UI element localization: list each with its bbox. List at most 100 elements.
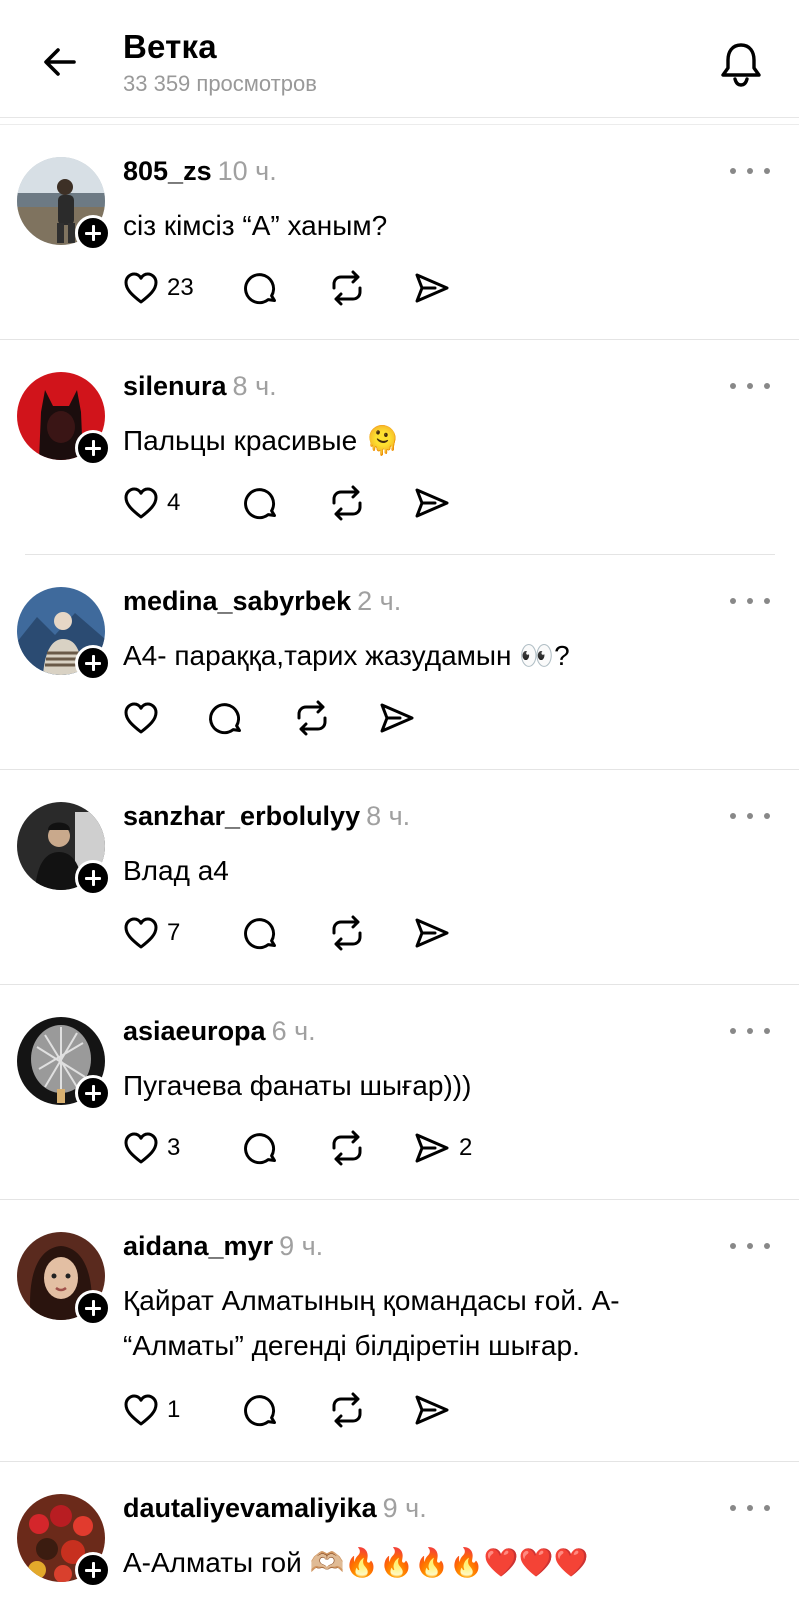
follow-plus-icon[interactable] (75, 1290, 111, 1326)
more-dots-icon[interactable] (730, 376, 770, 396)
comment-button[interactable] (243, 913, 328, 953)
comment-icon (244, 1133, 276, 1165)
follow-plus-icon[interactable] (75, 215, 111, 251)
heart-icon (124, 1394, 158, 1426)
more-dots-icon[interactable] (730, 161, 770, 181)
post-text: Пальцы красивые 🫠 (123, 425, 400, 456)
repost-button[interactable] (328, 268, 413, 308)
like-button[interactable]: 7 (123, 913, 243, 953)
follow-plus-icon[interactable] (75, 1075, 111, 1111)
post-text: А-Алматы гой 🫶🏼🔥🔥🔥🔥❤️❤️❤️ (123, 1547, 589, 1578)
share-button[interactable] (413, 1390, 459, 1430)
username[interactable]: sanzhar_erbolulyy (123, 801, 360, 831)
like-button[interactable]: 23 (123, 268, 243, 308)
comment-icon (244, 488, 276, 520)
repost-button[interactable] (328, 1390, 413, 1430)
header-divider (0, 117, 799, 118)
post-header: silenura 8 ч. (123, 371, 277, 402)
follow-plus-icon[interactable] (75, 860, 111, 896)
like-button[interactable]: 4 (123, 483, 243, 523)
username[interactable]: aidana_myr (123, 1231, 273, 1261)
post-header: aidana_myr 9 ч. (123, 1231, 323, 1262)
comment-button[interactable] (243, 1390, 328, 1430)
comment-button[interactable] (243, 483, 328, 523)
username[interactable]: asiaeuropa (123, 1016, 266, 1046)
more-dots-icon[interactable] (730, 806, 770, 826)
post-header: dautaliyevamaliyika 9 ч. (123, 1493, 427, 1524)
repost-button[interactable] (328, 1128, 413, 1168)
more-dots-icon[interactable] (730, 591, 770, 611)
repost-icon (332, 915, 362, 951)
share-button[interactable] (413, 268, 459, 308)
post-text: А4- параққа,тарих жазудамын 👀? (123, 640, 570, 671)
username[interactable]: medina_sabyrbek (123, 586, 351, 616)
heart-icon (124, 1132, 158, 1164)
post-header: medina_sabyrbek 2 ч. (123, 586, 401, 617)
post-header: sanzhar_erbolulyy 8 ч. (123, 801, 410, 832)
reply-post: 805_zs 10 ч. сіз кімсіз “А” ханым? 23 (0, 125, 799, 340)
post-actions: 3 2 (123, 1128, 472, 1168)
post-text: сіз кімсіз “А” ханым? (123, 210, 388, 241)
more-dots-icon[interactable] (730, 1021, 770, 1041)
repost-button[interactable] (328, 483, 413, 523)
repost-icon (332, 270, 362, 306)
comment-button[interactable] (243, 268, 328, 308)
post-time: 2 ч. (357, 586, 402, 616)
heart-icon (124, 702, 158, 734)
username[interactable]: silenura (123, 371, 227, 401)
post-time: 6 ч. (271, 1016, 316, 1046)
share-count: 2 (459, 1134, 473, 1161)
post-time: 9 ч. (382, 1493, 427, 1523)
post-time: 8 ч. (366, 801, 411, 831)
post-actions: 7 (123, 913, 459, 953)
bell-icon (721, 43, 761, 87)
back-button[interactable] (38, 40, 82, 84)
post-text: Пугачева фанаты шығар))) (123, 1070, 472, 1101)
more-dots-icon[interactable] (730, 1498, 770, 1518)
comment-button[interactable] (243, 1128, 328, 1168)
notifications-button[interactable] (716, 38, 766, 88)
share-button[interactable]: 2 (413, 1128, 472, 1168)
reply-post: medina_sabyrbek 2 ч. А4- параққа,тарих жа… (0, 555, 799, 770)
share-button[interactable] (413, 483, 459, 523)
views-count: 33 359 просмотров (123, 71, 317, 96)
post-text: Қайрат Алматының қомандасы ғой. А- “Алма… (123, 1285, 620, 1361)
username[interactable]: 805_zs (123, 156, 212, 186)
username[interactable]: dautaliyevamaliyika (123, 1493, 377, 1523)
send-icon (415, 488, 449, 518)
repost-icon (297, 700, 327, 736)
share-button[interactable] (378, 698, 424, 738)
heart-icon (124, 917, 158, 949)
share-button[interactable] (413, 913, 459, 953)
more-dots-icon[interactable] (730, 1236, 770, 1256)
repost-button[interactable] (293, 698, 378, 738)
replies-feed: 805_zs 10 ч. сіз кімсіз “А” ханым? 23 si… (0, 125, 799, 1600)
send-icon (415, 273, 449, 303)
follow-plus-icon[interactable] (75, 1552, 111, 1588)
like-button[interactable]: 3 (123, 1128, 243, 1168)
comment-icon (209, 703, 241, 735)
post-time: 10 ч. (217, 156, 277, 186)
send-icon (415, 1133, 449, 1163)
follow-plus-icon[interactable] (75, 645, 111, 681)
like-button[interactable] (123, 698, 208, 738)
follow-plus-icon[interactable] (75, 430, 111, 466)
post-actions: 4 (123, 483, 459, 523)
like-button[interactable]: 1 (123, 1390, 243, 1430)
post-actions (123, 698, 424, 738)
repost-button[interactable] (328, 913, 413, 953)
like-count: 1 (167, 1396, 181, 1423)
like-count: 7 (167, 919, 181, 946)
send-icon (415, 1395, 449, 1425)
post-text: Влад а4 (123, 855, 229, 886)
post-time: 9 ч. (279, 1231, 324, 1261)
comment-button[interactable] (208, 698, 293, 738)
post-actions: 23 (123, 268, 459, 308)
repost-icon (332, 485, 362, 521)
post-actions: 1 (123, 1390, 459, 1430)
comment-icon (244, 273, 276, 305)
like-count: 23 (167, 274, 194, 301)
repost-icon (332, 1392, 362, 1428)
reply-post: dautaliyevamaliyika 9 ч. А-Алматы гой 🫶🏼🔥… (0, 1462, 799, 1600)
app-header: Ветка 33 359 просмотров (0, 0, 799, 125)
